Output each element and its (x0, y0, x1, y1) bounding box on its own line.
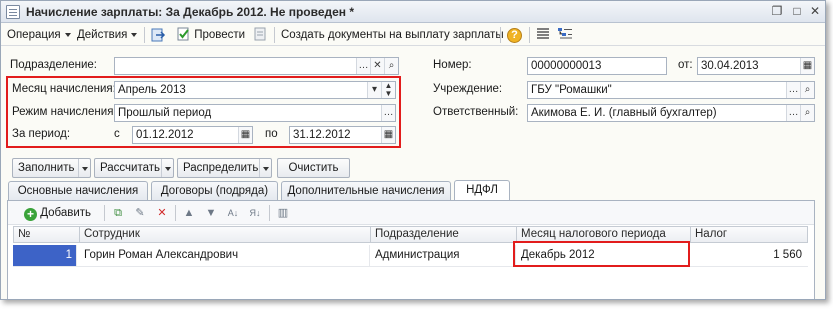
search-icon[interactable]: ⌕ (800, 82, 814, 98)
search-icon[interactable]: ⌕ (384, 58, 398, 74)
document-window: Начисление зарплаты: За Декабрь 2012. Не… (0, 0, 826, 300)
toolbar-divider (529, 27, 530, 43)
post-button[interactable]: Провести (177, 27, 245, 43)
post-icon (177, 27, 189, 41)
column-header-tax-month[interactable]: Месяц налогового периода (517, 227, 691, 242)
help-button[interactable]: ? (507, 27, 522, 43)
ellipsis-button[interactable]: … (786, 82, 800, 98)
column-header-tax[interactable]: Налог (691, 227, 807, 242)
chevron-down-icon (64, 32, 71, 37)
copy-icon[interactable]: ⧉ (111, 206, 125, 220)
move-down-icon[interactable]: ▼ (204, 206, 218, 220)
toolbar-divider (500, 27, 501, 43)
edit-icon[interactable]: ✎ (133, 206, 147, 220)
fill-button[interactable]: Заполнить (12, 158, 91, 178)
toolbar-divider (144, 27, 145, 43)
torn-edge (1, 299, 826, 300)
number-value: 00000000013 (531, 60, 602, 72)
chevron-down-icon[interactable] (161, 159, 173, 177)
date-field[interactable]: 30.04.2013 ▦ (697, 57, 815, 75)
org-field[interactable]: ГБУ "Ромашки" … ⌕ (527, 81, 815, 99)
close-button[interactable]: ✕ (807, 4, 823, 20)
calculate-button-label: Рассчитать (100, 162, 161, 174)
tab-main-accruals[interactable]: Основные начисления (8, 181, 148, 200)
maximize-button[interactable]: □ (789, 4, 805, 20)
unpost-icon (254, 27, 266, 41)
department-label: Подразделение: (10, 59, 97, 71)
create-payment-docs-button[interactable]: Создать документы на выплату зарплаты (281, 27, 504, 43)
clear-button[interactable]: Очистить (277, 158, 350, 178)
org-label: Учреждение: (433, 83, 503, 95)
document-icon (6, 5, 20, 19)
tab-contracts[interactable]: Договоры (подряда) (151, 181, 278, 200)
tree-view-icon (558, 28, 572, 39)
calendar-icon[interactable]: ▦ (800, 58, 814, 74)
date-value: 30.04.2013 (701, 60, 759, 72)
toolbar-divider (274, 27, 275, 43)
sort-desc-icon[interactable]: Я↓ (248, 206, 262, 220)
operation-menu[interactable]: Операция (7, 27, 71, 43)
toolbar-divider (104, 205, 105, 221)
ellipsis-button[interactable]: … (786, 105, 800, 121)
org-value: ГБУ "Ромашки" (531, 84, 612, 96)
toolbar-divider (175, 205, 176, 221)
number-label: Номер: (433, 59, 472, 71)
structure-button[interactable] (536, 27, 550, 43)
search-icon[interactable]: ⌕ (800, 105, 814, 121)
help-icon: ? (507, 28, 522, 43)
column-header-employee[interactable]: Сотрудник (80, 227, 371, 242)
actions-menu-label: Действия (77, 29, 128, 41)
chevron-down-icon (131, 32, 138, 37)
tab-ndfl[interactable]: НДФЛ (454, 180, 510, 201)
resp-value: Акимова Е. И. (главный бухгалтер) (531, 107, 717, 119)
add-icon: + (24, 208, 37, 221)
cell-tax[interactable]: 1 560 (690, 245, 808, 266)
move-up-icon[interactable]: ▲ (182, 206, 196, 220)
cell-num[interactable]: 1 (13, 245, 77, 266)
table-toolbar: + Добавить ⧉ ✎ ✕ ▲ ▼ A↓ Я↓ ▥ (8, 201, 814, 225)
delete-icon[interactable]: ✕ (155, 206, 169, 220)
title-bar: Начисление зарплаты: За Декабрь 2012. Не… (1, 1, 825, 23)
distribute-button[interactable]: Распределить (177, 158, 272, 178)
ellipsis-button[interactable]: … (356, 58, 370, 74)
actions-menu[interactable]: Действия (77, 27, 138, 43)
distribute-button-label: Распределить (183, 162, 259, 174)
restore-button[interactable]: ❐ (769, 4, 785, 20)
post-label: Провести (194, 29, 246, 41)
toolbar-divider (269, 205, 270, 221)
unpost-button[interactable] (253, 27, 267, 43)
calculate-button[interactable]: Рассчитать (94, 158, 174, 178)
main-toolbar: Операция Действия Провести Создать докум… (1, 24, 825, 46)
columns-icon[interactable]: ▥ (276, 206, 290, 220)
add-button[interactable]: + Добавить (24, 205, 91, 221)
department-field[interactable]: … ✕ ⌕ (114, 57, 399, 75)
highlight-frame (6, 76, 401, 148)
tab-additional-accruals[interactable]: Дополнительные начисления (281, 181, 451, 200)
column-header-num[interactable]: № (14, 227, 80, 242)
sort-asc-icon[interactable]: A↓ (226, 206, 240, 220)
operation-menu-label: Операция (7, 29, 61, 41)
number-field[interactable]: 00000000013 (527, 57, 667, 75)
resp-label: Ответственный: (433, 106, 519, 118)
list-view-icon (537, 28, 549, 39)
resp-field[interactable]: Акимова Е. И. (главный бухгалтер) … ⌕ (527, 104, 815, 122)
fill-button-label: Заполнить (18, 162, 75, 174)
chevron-down-icon[interactable] (78, 159, 90, 177)
highlight-frame (513, 241, 690, 267)
cell-department[interactable]: Администрация (370, 245, 516, 266)
post-close-icon (151, 28, 166, 42)
cell-employee[interactable]: Горин Роман Александрович (79, 245, 370, 266)
chevron-down-icon[interactable] (259, 159, 271, 177)
add-label: Добавить (40, 207, 92, 219)
clear-icon[interactable]: ✕ (370, 58, 384, 74)
window-title: Начисление зарплаты: За Декабрь 2012. Не… (26, 5, 355, 19)
post-and-close-button[interactable] (150, 27, 166, 43)
column-header-department[interactable]: Подразделение (371, 227, 517, 242)
settings-button[interactable] (557, 27, 573, 43)
date-label: от: (678, 59, 693, 71)
